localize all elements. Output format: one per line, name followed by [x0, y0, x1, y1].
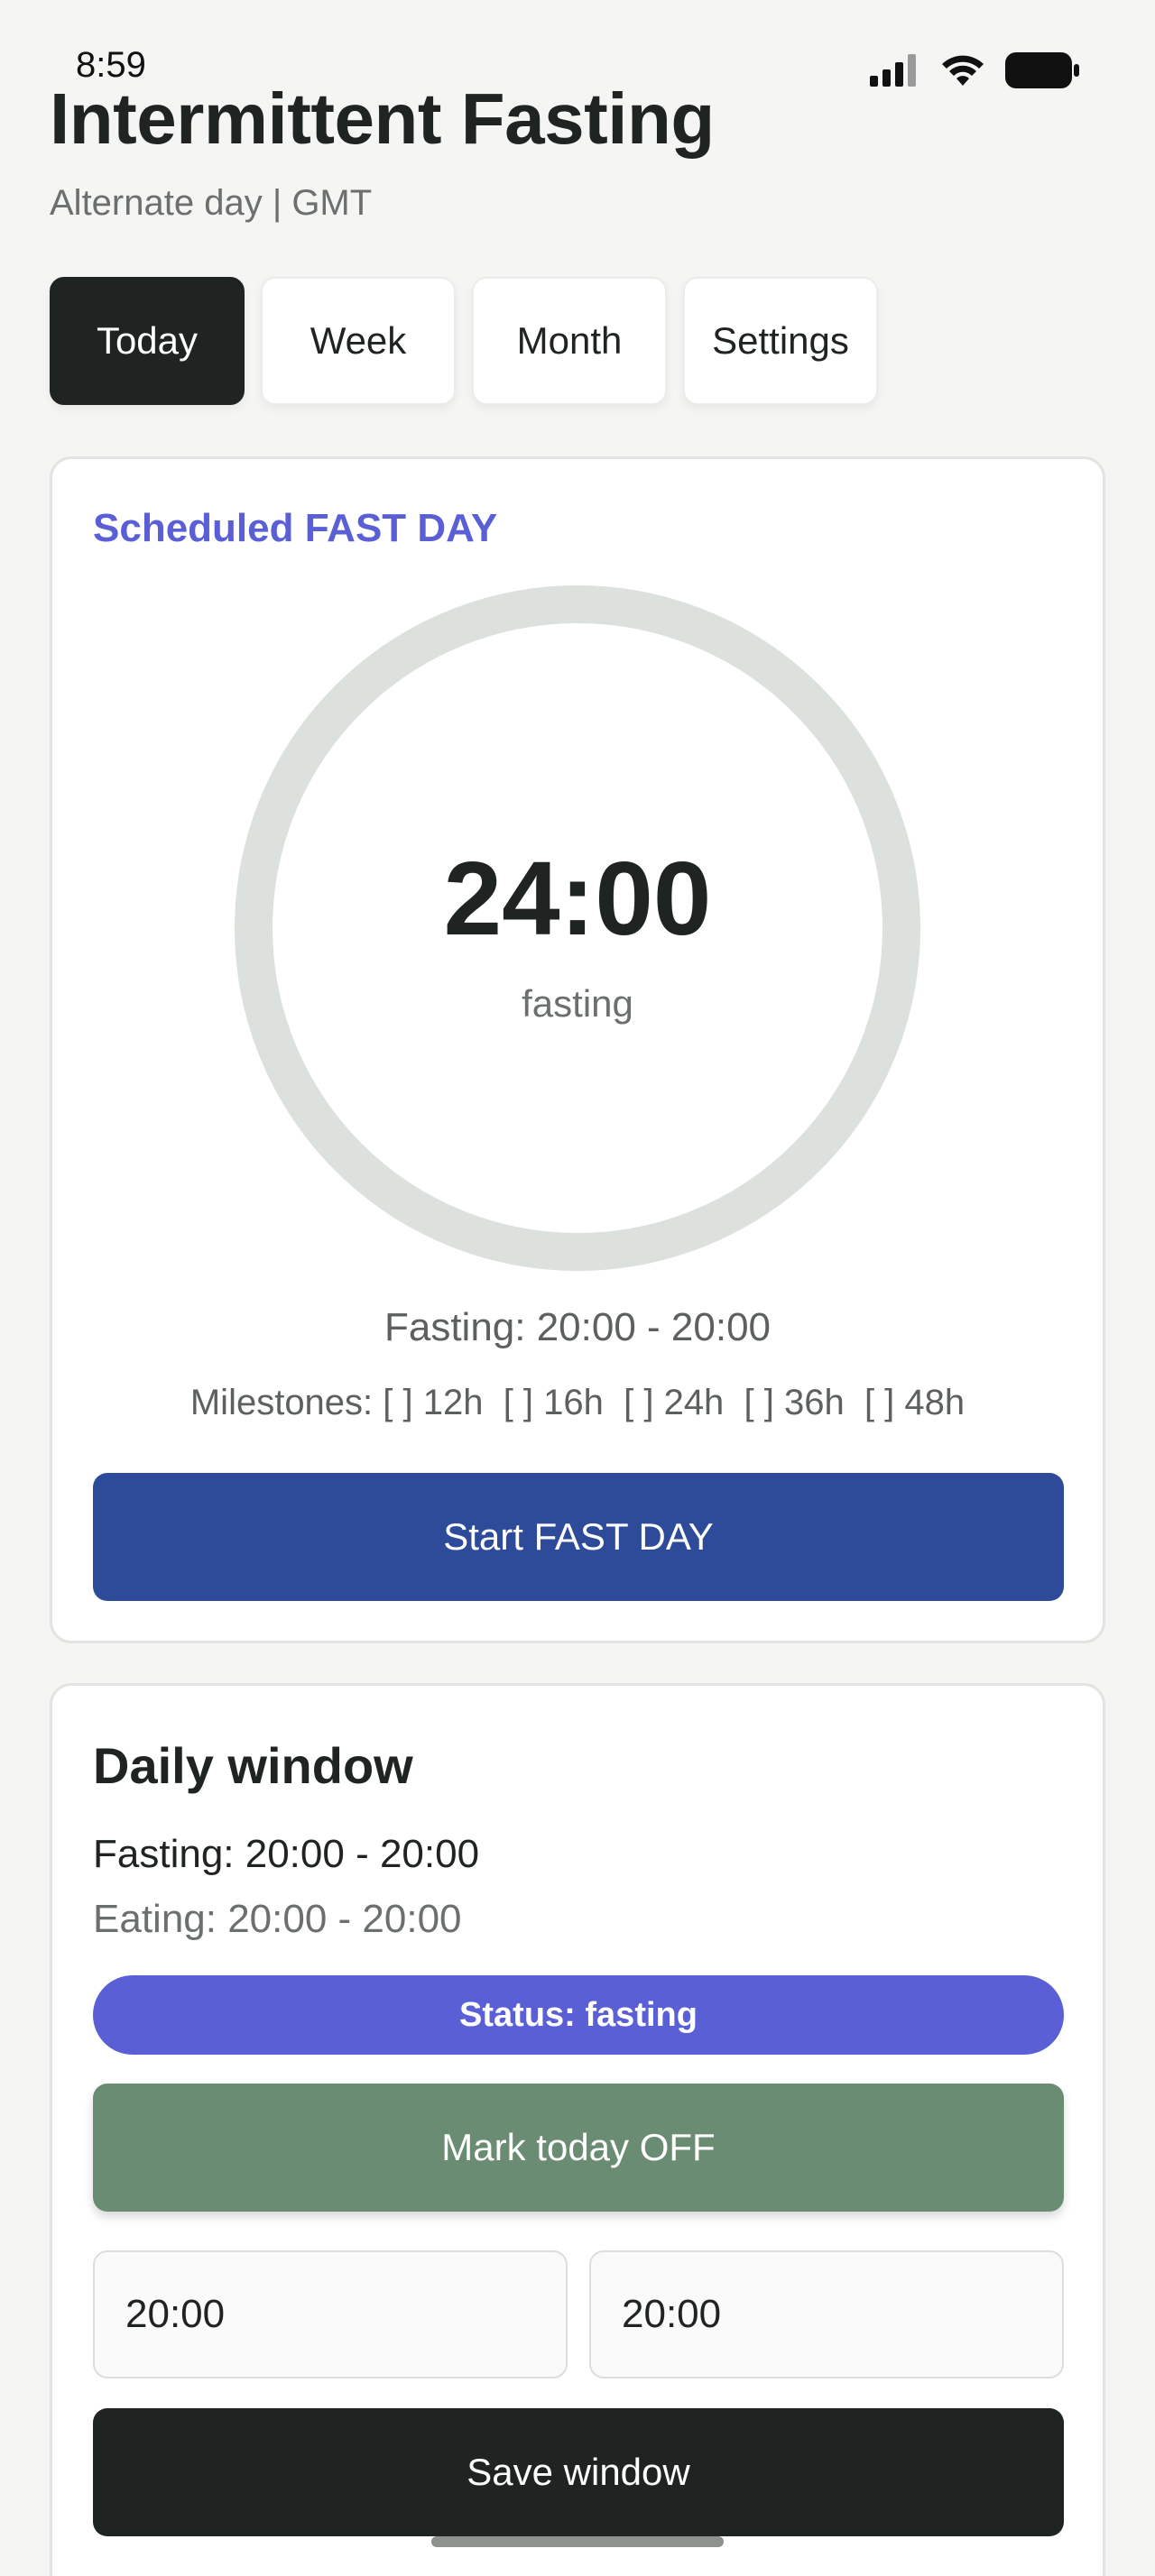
home-indicator[interactable] — [431, 2536, 724, 2547]
signal-icon — [870, 54, 916, 87]
page-subtitle: Alternate day | GMT — [50, 183, 373, 223]
mark-today-off-button[interactable]: Mark today OFF — [93, 2084, 1064, 2212]
status-icons — [870, 52, 1079, 88]
tab-settings[interactable]: Settings — [683, 277, 878, 405]
scheduled-label: Scheduled FAST DAY — [93, 506, 498, 550]
daily-window-card: Daily window Fasting: 20:00 - 20:00 Eati… — [50, 1683, 1105, 2576]
tab-month[interactable]: Month — [472, 277, 667, 405]
start-fast-day-button[interactable]: Start FAST DAY — [93, 1473, 1064, 1601]
tab-bar: Today Week Month Settings — [50, 277, 878, 405]
fasting-range: Fasting: 20:00 - 20:00 — [383, 1305, 772, 1349]
wifi-icon — [942, 55, 984, 86]
app-screen: 8:59 Intermittent Fasting Alternate day … — [0, 0, 1155, 2576]
window-eating-text: Eating: 20:00 - 20:00 — [93, 1897, 462, 1941]
timer-caption: fasting — [522, 982, 633, 1025]
milestones: Milestones: [ ] 12h [ ] 16h [ ] 24h [ ] … — [189, 1383, 966, 1422]
tab-today[interactable]: Today — [50, 277, 245, 405]
page-title: Intermittent Fasting — [50, 78, 715, 159]
save-window-button[interactable]: Save window — [93, 2408, 1064, 2536]
tab-week[interactable]: Week — [261, 277, 456, 405]
fasting-start-time-input[interactable] — [93, 2250, 568, 2378]
timer-value: 24:00 — [443, 840, 712, 957]
daily-window-title: Daily window — [93, 1737, 413, 1794]
fast-day-card: Scheduled FAST DAY 24:00 fasting Fasting… — [50, 456, 1105, 1643]
fasting-end-time-input[interactable] — [589, 2250, 1064, 2378]
status-badge: Status: fasting — [93, 1975, 1064, 2055]
window-fasting-text: Fasting: 20:00 - 20:00 — [93, 1832, 480, 1876]
battery-icon — [1005, 52, 1079, 88]
